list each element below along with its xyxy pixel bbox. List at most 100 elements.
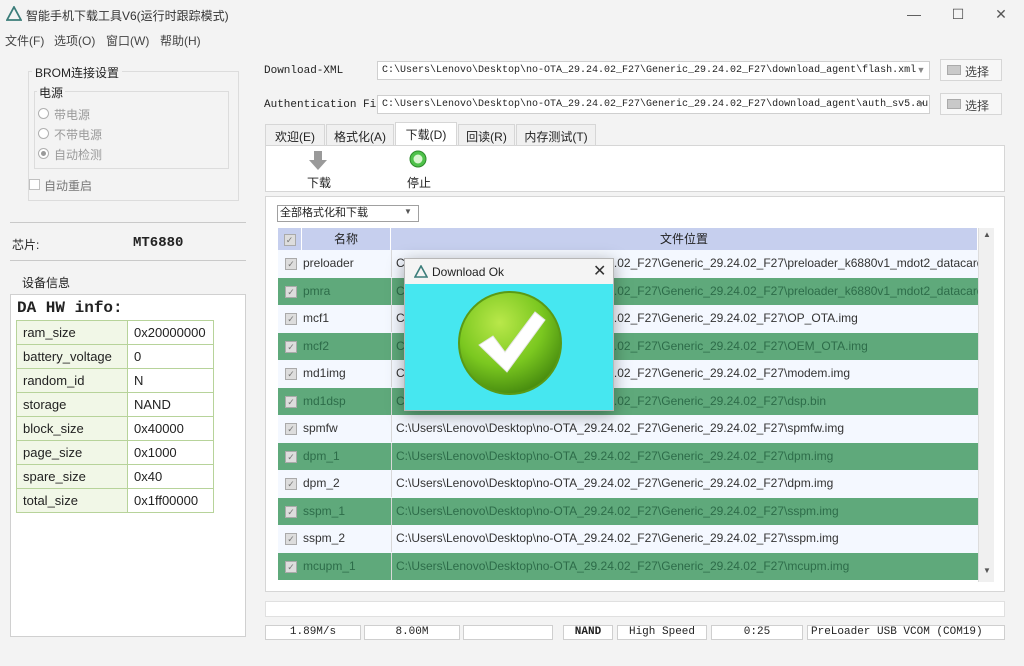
folder-icon (947, 99, 961, 109)
row-checkbox[interactable]: ✓ (280, 470, 302, 490)
partition-file-path[interactable]: C:\Users\Lenovo\Desktop\no-OTA_29.24.02_… (391, 552, 978, 580)
download-arrow-icon[interactable] (307, 150, 329, 172)
auth-file-select-button[interactable]: 选择 (940, 93, 1002, 115)
hw-key: total_size (16, 488, 128, 513)
table-row[interactable]: ✓ dpm_2 C:\Users\Lenovo\Desktop\no-OTA_29.… (278, 470, 978, 498)
partition-file-path[interactable]: C:\Users\Lenovo\Desktop\no-OTA_29.24.02_… (391, 415, 978, 442)
radio-with-battery[interactable] (38, 108, 49, 119)
download-xml-combo[interactable]: C:\Users\Lenovo\Desktop\no-OTA_29.24.02_… (377, 61, 930, 80)
menu-window[interactable]: 窗口(W) (106, 32, 149, 49)
row-checkbox[interactable]: ✓ (280, 250, 302, 270)
table-row[interactable]: ✓ dpm_1 C:\Users\Lenovo\Desktop\no-OTA_29.… (278, 442, 978, 470)
stop-icon[interactable] (409, 150, 427, 168)
status-size: 8.00M (364, 625, 460, 640)
auto-reboot-label: 自动重启 (44, 179, 93, 193)
row-checkbox[interactable]: ✓ (280, 443, 302, 463)
chip-value: MT6880 (133, 235, 184, 251)
table-row[interactable]: ✓ mcf2 C:\Users\Lenovo\Desktop\no-OTA_29.2… (278, 332, 978, 360)
table-row[interactable]: ✓ sspm_1 C:\Users\Lenovo\Desktop\no-OTA_29… (278, 497, 978, 525)
maximize-button[interactable]: ☐ (935, 0, 981, 29)
status-time: 0:25 (711, 625, 803, 640)
auth-file-combo[interactable]: C:\Users\Lenovo\Desktop\no-OTA_29.24.02_… (377, 95, 930, 114)
row-checkbox[interactable]: ✓ (280, 278, 302, 298)
auto-reboot-checkbox[interactable] (29, 179, 40, 190)
scroll-down-icon[interactable]: ▼ (979, 566, 995, 580)
hw-value: NAND (127, 392, 214, 417)
table-row[interactable]: ✓ md1img C:\Users\Lenovo\Desktop\no-OTA_29… (278, 360, 978, 388)
row-checkbox[interactable]: ✓ (280, 388, 302, 408)
device-info-title: 设备信息 (22, 276, 71, 290)
partition-file-path[interactable]: C:\Users\Lenovo\Desktop\no-OTA_29.24.02_… (391, 497, 978, 525)
row-checkbox[interactable]: ✓ (280, 305, 302, 325)
download-mode-select[interactable]: 全部格式化和下载 (277, 205, 419, 222)
tab-download[interactable]: 下载(D) (395, 122, 457, 146)
menu-options[interactable]: 选项(O) (54, 32, 95, 49)
tab-welcome[interactable]: 欢迎(E) (265, 124, 325, 145)
table-row[interactable]: ✓ mcf1 C:\Users\Lenovo\Desktop\no-OTA_29.2… (278, 305, 978, 333)
hw-key: battery_voltage (16, 344, 128, 369)
partition-file-path[interactable]: C:\Users\Lenovo\Desktop\no-OTA_29.24.02_… (391, 442, 978, 470)
table-row[interactable]: ✓ sspm_2 C:\Users\Lenovo\Desktop\no-OTA_29… (278, 525, 978, 553)
minimize-button[interactable]: — (891, 0, 937, 29)
partition-name: dpm_2 (303, 476, 340, 490)
row-checkbox[interactable]: ✓ (280, 525, 302, 545)
tab-memory-test[interactable]: 内存测试(T) (516, 124, 596, 145)
header-file-location[interactable]: 文件位置 (391, 228, 978, 250)
radio-without-battery-label: 不带电源 (54, 128, 103, 142)
row-checkbox[interactable]: ✓ (280, 553, 302, 573)
table-row[interactable]: ✓ mcupm_1 C:\Users\Lenovo\Desktop\no-OTA_2… (278, 552, 978, 580)
download-xml-select-button[interactable]: 选择 (940, 59, 1002, 81)
tab-format[interactable]: 格式化(A) (326, 124, 394, 145)
row-checkbox[interactable]: ✓ (280, 498, 302, 518)
header-name[interactable]: 名称 (302, 228, 391, 250)
hw-value: 0x40 (127, 464, 214, 489)
stop-button-label[interactable]: 停止 (407, 174, 431, 191)
window-title: 智能手机下载工具V6(运行时跟踪模式) (26, 9, 229, 23)
row-checkbox[interactable]: ✓ (280, 333, 302, 353)
table-row[interactable]: ✓ pmra C:\Users\Lenovo\Desktop\no-OTA_29.2… (278, 277, 978, 305)
radio-auto-detect[interactable] (38, 148, 49, 159)
partition-name: mcupm_1 (303, 558, 356, 573)
status-blank (463, 625, 553, 640)
hw-value: 0 (127, 344, 214, 369)
scroll-up-icon[interactable]: ▲ (979, 230, 995, 244)
brom-settings-title: BROM连接设置 (32, 64, 123, 81)
hw-value: 0x20000000 (127, 320, 214, 345)
chevron-down-icon[interactable]: ▼ (404, 207, 412, 216)
menu-file[interactable]: 文件(F) (5, 32, 44, 49)
table-scrollbar[interactable]: ▲ ▼ (978, 228, 994, 582)
download-xml-label: Download-XML (264, 65, 344, 77)
chevron-down-icon[interactable]: ▼ (914, 62, 928, 79)
partition-file-path[interactable]: C:\Users\Lenovo\Desktop\no-OTA_29.24.02_… (391, 525, 978, 552)
table-row[interactable]: ✓ preloader C:\Users\Lenovo\Desktop\no-OTA… (278, 250, 978, 278)
row-checkbox[interactable]: ✓ (280, 360, 302, 380)
header-select-all[interactable]: ✓ (278, 228, 302, 250)
radio-without-battery[interactable] (38, 128, 49, 139)
row-checkbox[interactable]: ✓ (280, 415, 302, 435)
status-speed: 1.89M/s (265, 625, 361, 640)
table-row[interactable]: ✓md1dspC:\Users\Lenovo\Desktop\no-OTA_29… (278, 387, 978, 415)
hw-key: spare_size (16, 464, 128, 489)
app-logo-icon (414, 265, 428, 278)
download-button-label[interactable]: 下载 (307, 174, 331, 191)
hw-info-table: ram_size 0x20000000 battery_voltage 0 rand… (16, 320, 214, 513)
table-row[interactable]: ✓ spmfw C:\Users\Lenovo\Desktop\no-OTA_29.… (278, 415, 978, 443)
partition-file-path[interactable]: C:\Users\Lenovo\Desktop\no-OTA_29.24.02_… (391, 470, 978, 497)
table-row: battery_voltage 0 (16, 344, 214, 369)
menu-help[interactable]: 帮助(H) (160, 32, 201, 49)
partition-name: preloader (303, 256, 354, 270)
close-button[interactable]: ✕ (978, 0, 1024, 29)
success-check-icon (458, 291, 562, 395)
hw-value: 0x1000 (127, 440, 214, 465)
power-title: 电源 (37, 84, 66, 101)
dialog-close-button[interactable]: ✕ (593, 261, 606, 281)
partition-name: pmra (303, 283, 331, 298)
partition-name: sspm_2 (303, 531, 346, 545)
hw-value: N (127, 368, 214, 393)
chevron-down-icon[interactable]: ▼ (914, 96, 928, 113)
partition-name: sspm_1 (303, 503, 346, 518)
status-usb-speed: High Speed (617, 625, 707, 640)
auth-file-label: Authentication File (264, 99, 390, 111)
tab-readback[interactable]: 回读(R) (458, 124, 515, 145)
hw-value: 0x1ff00000 (127, 488, 214, 513)
